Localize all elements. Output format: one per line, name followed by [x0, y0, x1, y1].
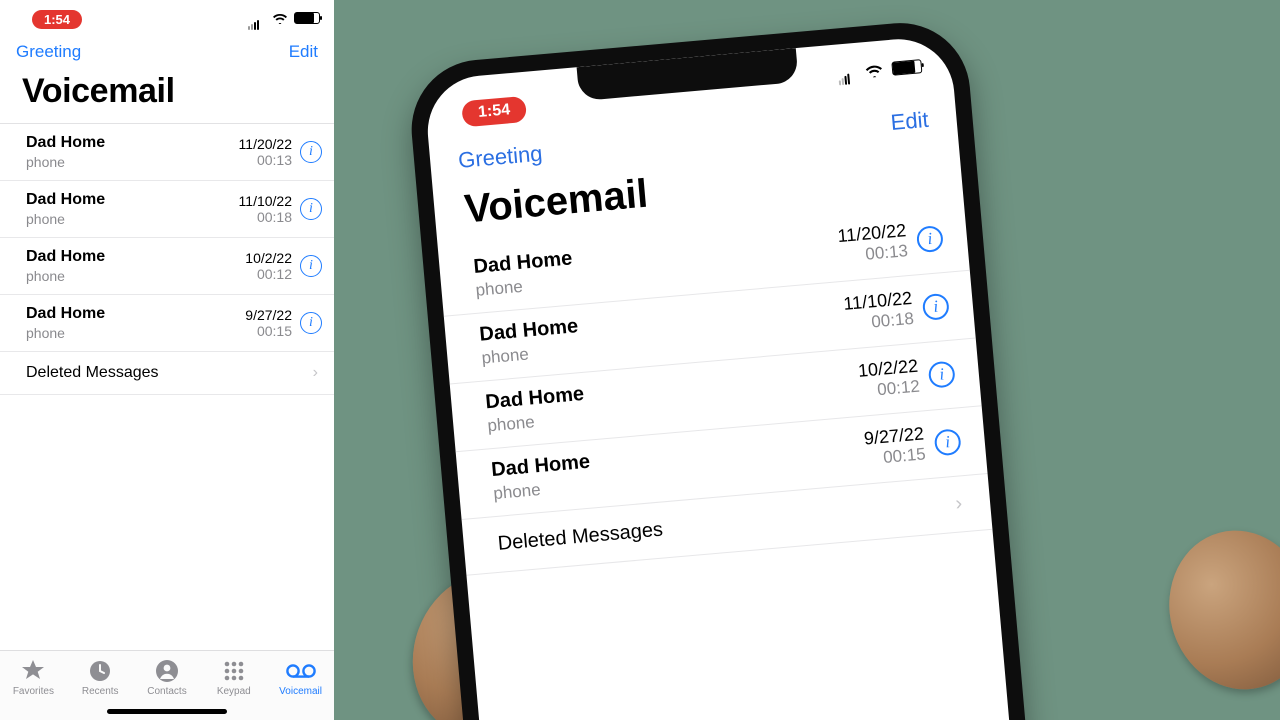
- voicemail-subtitle: phone: [26, 154, 239, 170]
- tab-recents[interactable]: Recents: [68, 659, 132, 697]
- voicemail-date: 11/20/22: [239, 136, 292, 152]
- status-bar: 1:54: [0, 0, 334, 32]
- tab-label: Voicemail: [269, 686, 333, 697]
- battery-icon: [891, 59, 922, 76]
- voicemail-row[interactable]: Dad Home phone 10/2/2200:12 i: [0, 238, 334, 295]
- info-icon[interactable]: i: [934, 428, 962, 456]
- voicemail-caller: Dad Home: [26, 305, 245, 323]
- voicemail-row[interactable]: Dad Home phone 9/27/2200:15 i: [0, 295, 334, 352]
- edit-button[interactable]: Edit: [890, 107, 930, 136]
- info-icon[interactable]: i: [922, 292, 950, 320]
- phone-panel: 1:54 Greeting Edit Voicemail Dad Home pho…: [0, 0, 334, 720]
- wifi-icon: [863, 62, 884, 78]
- tab-label: Keypad: [202, 686, 266, 697]
- voicemail-icon: [269, 659, 333, 683]
- voicemail-caller: Dad Home: [26, 191, 239, 209]
- voicemail-row[interactable]: Dad Home phone 11/10/2200:18 i: [0, 181, 334, 238]
- page-title: Voicemail: [0, 68, 334, 123]
- tab-keypad[interactable]: Keypad: [202, 659, 266, 697]
- tab-label: Contacts: [135, 686, 199, 697]
- info-icon[interactable]: i: [916, 225, 944, 253]
- photo-scene: 1:54 Greeting Edit Voicemail Dad Homepho…: [334, 0, 1280, 720]
- clock-icon: [68, 659, 132, 683]
- voicemail-subtitle: phone: [26, 268, 245, 284]
- hand-right: [1152, 515, 1280, 706]
- info-icon[interactable]: i: [300, 141, 322, 163]
- tab-bar: Favorites Recents Contacts Keypad Voicem…: [0, 650, 334, 720]
- voicemail-date: 11/10/22: [239, 193, 292, 209]
- voicemail-date: 9/27/22: [245, 307, 292, 323]
- voicemail-subtitle: phone: [26, 211, 239, 227]
- voicemail-row[interactable]: Dad Home phone 11/20/2200:13 i: [0, 124, 334, 181]
- voicemail-duration: 00:13: [239, 152, 292, 168]
- tab-label: Recents: [68, 686, 132, 697]
- person-icon: [135, 659, 199, 683]
- voicemail-duration: 00:12: [245, 266, 292, 282]
- voicemail-subtitle: phone: [26, 325, 245, 341]
- edit-button[interactable]: Edit: [289, 42, 318, 62]
- voicemail-duration: 00:18: [239, 209, 292, 225]
- chevron-right-icon: ›: [313, 364, 318, 382]
- time-pill: 1:54: [461, 96, 527, 127]
- time-pill: 1:54: [32, 10, 82, 29]
- deleted-messages-row[interactable]: Deleted Messages ›: [0, 352, 334, 395]
- voicemail-caller: Dad Home: [26, 248, 245, 266]
- tab-label: Favorites: [1, 686, 65, 697]
- info-icon[interactable]: i: [300, 255, 322, 277]
- keypad-icon: [202, 659, 266, 683]
- tab-voicemail[interactable]: Voicemail: [269, 659, 333, 697]
- cellular-signal-icon: [248, 12, 266, 24]
- voicemail-date: 10/2/22: [245, 250, 292, 266]
- greeting-button[interactable]: Greeting: [16, 42, 81, 62]
- star-icon: [1, 659, 65, 683]
- tab-favorites[interactable]: Favorites: [1, 659, 65, 697]
- nav-bar: Greeting Edit: [0, 32, 334, 68]
- wifi-icon: [272, 12, 288, 24]
- battery-icon: [294, 12, 320, 24]
- info-icon[interactable]: i: [300, 312, 322, 334]
- home-indicator[interactable]: [107, 709, 227, 714]
- cellular-signal-icon: [838, 66, 857, 80]
- tab-contacts[interactable]: Contacts: [135, 659, 199, 697]
- info-icon[interactable]: i: [300, 198, 322, 220]
- deleted-messages-label: Deleted Messages: [26, 364, 159, 382]
- chevron-right-icon: ›: [954, 492, 963, 515]
- iphone-device: 1:54 Greeting Edit Voicemail Dad Homepho…: [406, 17, 1042, 720]
- voicemail-list: Dad Home phone 11/20/2200:13 i Dad Home ph…: [0, 123, 334, 395]
- info-icon[interactable]: i: [928, 360, 956, 388]
- deleted-messages-label: Deleted Messages: [497, 519, 664, 556]
- voicemail-duration: 00:15: [245, 323, 292, 339]
- voicemail-caller: Dad Home: [26, 134, 239, 152]
